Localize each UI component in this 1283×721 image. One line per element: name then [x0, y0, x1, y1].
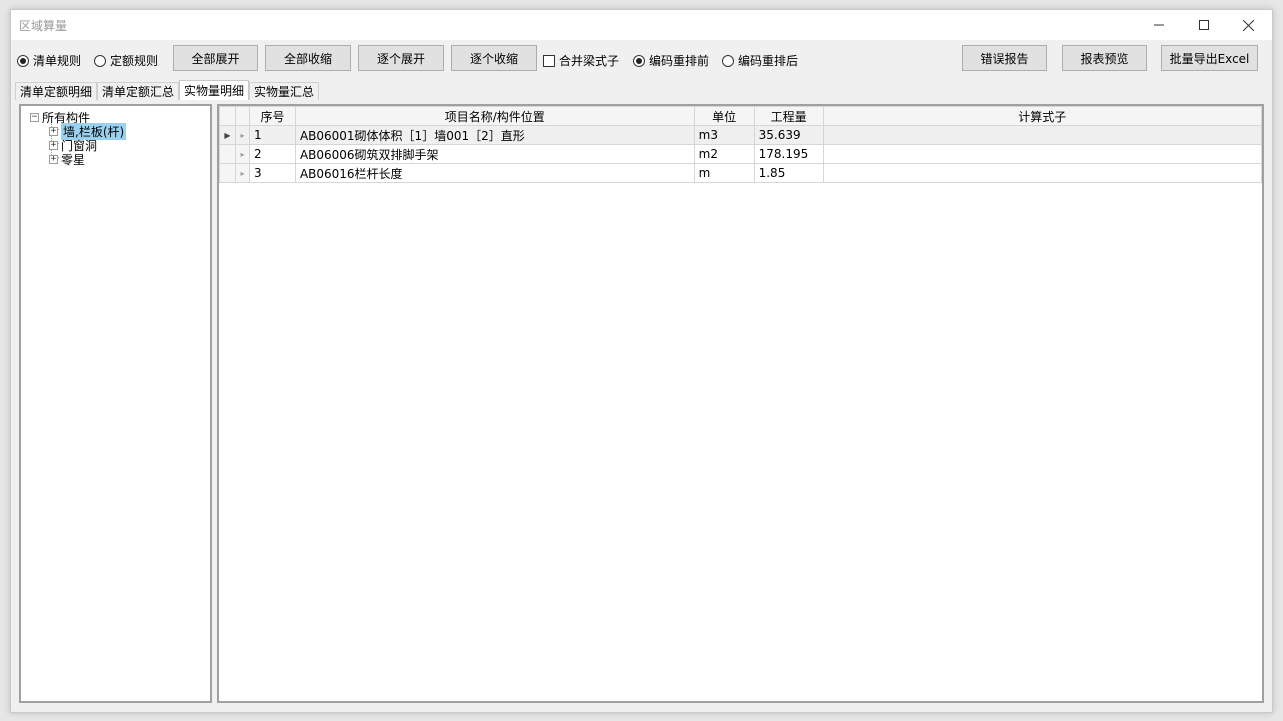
cell-no[interactable]: 2 [248, 144, 296, 164]
radio-before-reorder[interactable]: 编码重排前 [633, 52, 709, 69]
cell-unit[interactable]: m [693, 163, 755, 183]
cell-unit[interactable]: m3 [693, 125, 755, 145]
row-indicator [219, 144, 236, 164]
title-bar: 区域算量 [11, 10, 1272, 40]
tab-physical-quantity-summary[interactable]: 实物量汇总 [249, 82, 320, 100]
expand-toggle-icon[interactable]: + [49, 127, 58, 136]
column-header-formula[interactable]: 计算式子 [822, 106, 1263, 126]
column-header-quantity[interactable]: 工程量 [753, 106, 824, 126]
cell-unit[interactable]: m2 [693, 144, 755, 164]
expand-all-button[interactable]: 全部展开 [173, 45, 258, 71]
tab-bill-quota-detail[interactable]: 清单定额明细 [15, 82, 98, 100]
toolbar: 清单规则 定额规则 全部展开 全部收缩 逐个展开 逐个收缩 合并梁式子 编码重排… [11, 40, 1272, 80]
tab-strip: 清单定额明细 清单定额汇总 实物量明细 实物量汇总 [15, 80, 320, 100]
radio-dot [722, 54, 734, 67]
radio-after-reorder[interactable]: 编码重排后 [722, 52, 798, 69]
row-expand-arrow-icon[interactable]: ▸ [234, 163, 250, 183]
tree-node-label: 零星 [61, 153, 86, 167]
close-button[interactable] [1226, 10, 1271, 40]
tab-bill-quota-summary[interactable]: 清单定额汇总 [97, 82, 180, 100]
expand-each-button[interactable]: 逐个展开 [358, 45, 444, 71]
merge-beam-checkbox[interactable]: 合并梁式子 [543, 52, 619, 69]
quantity-table: 序号 项目名称/构件位置 单位 工程量 计算式子 ▶ ▸ 1 AB06001砌体… [219, 106, 1263, 183]
radio-label: 定额规则 [110, 54, 159, 68]
row-indicator-header [219, 106, 236, 126]
cell-formula[interactable] [822, 163, 1263, 183]
column-header-no[interactable]: 序号 [248, 106, 296, 126]
table-row[interactable]: ▸ 3 AB06016栏杆长度 m 1.85 [219, 163, 1263, 183]
radio-label: 编码重排前 [649, 54, 710, 68]
maximize-icon [1198, 20, 1209, 30]
column-header-item-name[interactable]: 项目名称/构件位置 [294, 106, 695, 126]
row-expand-arrow-icon[interactable]: ▸ [234, 144, 250, 164]
tab-physical-quantity-detail[interactable]: 实物量明细 [179, 80, 250, 100]
table-row[interactable]: ▸ 2 AB06006砌筑双排脚手架 m2 178.195 [219, 144, 1263, 164]
row-indicator [219, 163, 236, 183]
collapse-all-button[interactable]: 全部收缩 [265, 45, 351, 71]
close-icon [1243, 19, 1254, 31]
cell-quantity[interactable]: 1.85 [753, 163, 824, 183]
component-tree: − 所有构件 + 墙,栏板(杆) + 门窗洞 + 零星 [19, 104, 212, 703]
table-row[interactable]: ▶ ▸ 1 AB06001砌体体积［1］墙001［2］直形 m3 35.639 [219, 125, 1263, 145]
report-preview-button[interactable]: 报表预览 [1062, 45, 1147, 71]
radio-dot [94, 54, 106, 67]
radio-dot [633, 54, 645, 67]
cell-no[interactable]: 1 [248, 125, 296, 145]
expand-toggle-icon[interactable]: + [49, 155, 58, 164]
minimize-button[interactable] [1136, 10, 1181, 40]
radio-quota-rule[interactable]: 定额规则 [94, 52, 158, 69]
tree-node-misc[interactable]: + 零星 [49, 151, 85, 168]
cell-item-name[interactable]: AB06001砌体体积［1］墙001［2］直形 [294, 125, 695, 145]
cell-formula[interactable] [822, 125, 1263, 145]
error-report-button[interactable]: 错误报告 [962, 45, 1047, 71]
expander-header [234, 106, 250, 126]
window-title: 区域算量 [19, 19, 68, 33]
checkbox-label: 合并梁式子 [559, 54, 620, 68]
radio-dot [17, 54, 29, 67]
cell-quantity[interactable]: 35.639 [753, 125, 824, 145]
cell-quantity[interactable]: 178.195 [753, 144, 824, 164]
expand-toggle-icon[interactable]: + [49, 141, 58, 150]
column-header-unit[interactable]: 单位 [693, 106, 755, 126]
current-row-arrow-icon: ▶ [219, 125, 236, 145]
quantity-grid: 序号 项目名称/构件位置 单位 工程量 计算式子 ▶ ▸ 1 AB06001砌体… [217, 104, 1264, 703]
collapse-each-button[interactable]: 逐个收缩 [451, 45, 537, 71]
cell-no[interactable]: 3 [248, 163, 296, 183]
radio-label: 编码重排后 [738, 54, 799, 68]
cell-item-name[interactable]: AB06006砌筑双排脚手架 [294, 144, 695, 164]
region-quantity-window: 区域算量 清单规则 定额规则 全部展开 全部收缩 逐个展开 逐个收缩 合并梁式子 [10, 9, 1273, 713]
radio-label: 清单规则 [33, 54, 82, 68]
cell-item-name[interactable]: AB06016栏杆长度 [294, 163, 695, 183]
batch-export-excel-button[interactable]: 批量导出Excel [1161, 45, 1258, 71]
maximize-button[interactable] [1181, 10, 1226, 40]
collapse-toggle-icon[interactable]: − [30, 113, 39, 122]
checkbox-box [543, 54, 555, 67]
table-header-row: 序号 项目名称/构件位置 单位 工程量 计算式子 [219, 106, 1263, 126]
minimize-icon [1153, 24, 1164, 26]
radio-bill-rule[interactable]: 清单规则 [17, 52, 81, 69]
cell-formula[interactable] [822, 144, 1263, 164]
row-expand-arrow-icon[interactable]: ▸ [234, 125, 250, 145]
